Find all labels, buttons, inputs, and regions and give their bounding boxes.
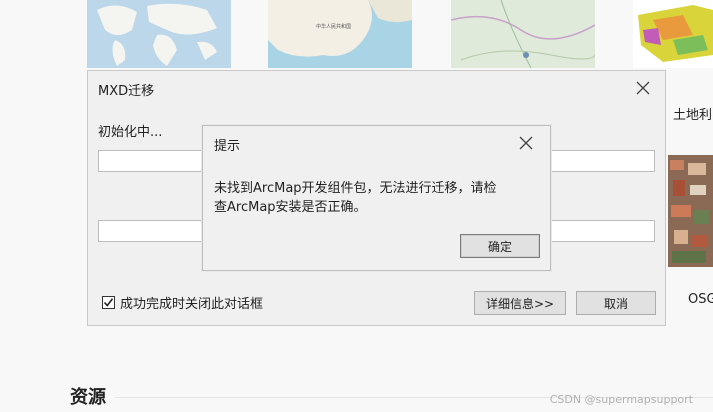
tip-close-button[interactable]	[517, 134, 535, 152]
details-button[interactable]: 详细信息>>	[474, 291, 566, 315]
osg-label: OSG	[688, 292, 713, 307]
tip-message-line-1: 未找到ArcMap开发组件包，无法进行迁移，请检	[214, 181, 497, 196]
close-on-complete-option[interactable]: 成功完成时关闭此对话框	[102, 293, 263, 312]
close-on-complete-label: 成功完成时关闭此对话框	[120, 297, 264, 312]
topo-map-thumbnail[interactable]	[451, 0, 595, 68]
tip-message-line-2: 查ArcMap安装是否正确。	[214, 200, 367, 215]
resources-section-title: 资源	[70, 387, 106, 408]
thumb-map-label: 中华人民共和国	[316, 23, 351, 30]
tip-message: 未找到ArcMap开发组件包，无法进行迁移，请检 查ArcMap安装是否正确。	[214, 179, 534, 217]
world-map-image	[87, 0, 231, 68]
china-map-thumbnail[interactable]: 中华人民共和国	[268, 0, 412, 68]
watermark: CSDN @supermapsupport	[549, 393, 693, 406]
topo-map-image	[451, 0, 595, 68]
osg-aerial-image	[668, 155, 713, 267]
dialog-title: MXD迁移	[98, 84, 155, 99]
cancel-button[interactable]: 取消	[576, 291, 656, 315]
close-icon	[519, 136, 533, 150]
ok-button[interactable]: 确定	[460, 234, 540, 258]
land-use-image	[633, 0, 713, 68]
land-use-label: 土地利	[673, 108, 713, 123]
world-map-thumbnail[interactable]	[87, 0, 231, 68]
land-use-thumbnail[interactable]	[633, 0, 713, 68]
close-on-complete-checkbox[interactable]	[102, 296, 115, 309]
china-map-image: 中华人民共和国	[268, 0, 412, 68]
close-icon	[636, 81, 650, 95]
tip-dialog: 提示 未找到ArcMap开发组件包，无法进行迁移，请检 查ArcMap安装是否正…	[202, 125, 551, 271]
dialog-close-button[interactable]	[634, 79, 652, 97]
status-text: 初始化中...	[98, 125, 163, 140]
tip-dialog-title: 提示	[214, 139, 241, 154]
osg-thumbnail[interactable]	[668, 155, 713, 267]
checkmark-icon	[103, 298, 114, 307]
